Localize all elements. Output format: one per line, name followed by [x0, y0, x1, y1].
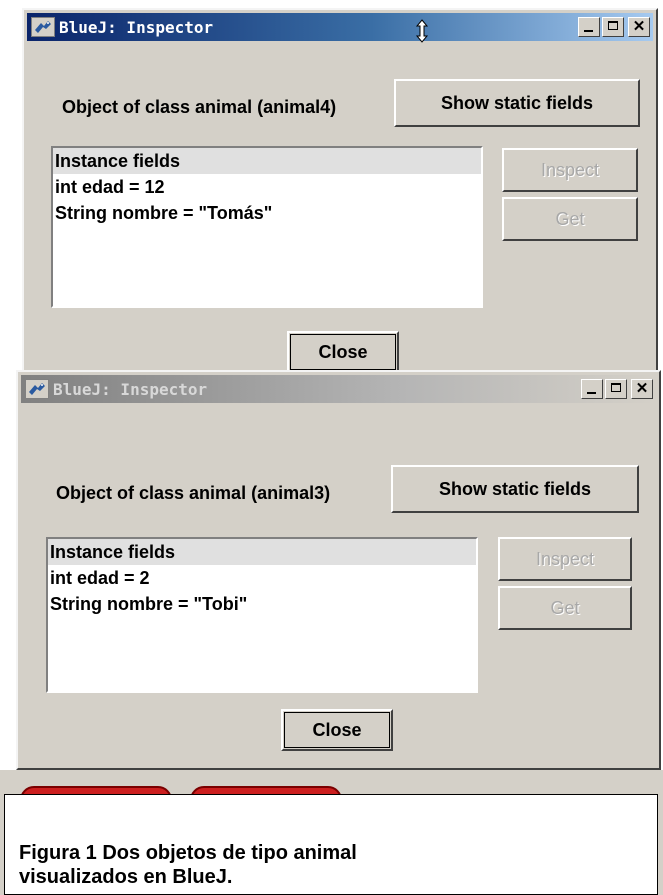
- show-static-fields-button[interactable]: Show static fields: [394, 79, 640, 127]
- title-bar[interactable]: BlueJ: Inspector ✕: [21, 375, 656, 403]
- field-row[interactable]: int edad = 2: [48, 565, 476, 591]
- close-window-button[interactable]: ✕: [628, 17, 650, 37]
- object-class-label: Object of class animal (animal3): [56, 483, 331, 503]
- show-static-fields-button[interactable]: Show static fields: [391, 465, 639, 513]
- maximize-button[interactable]: [602, 17, 624, 37]
- maximize-icon: [611, 383, 621, 392]
- resize-cursor-icon: [415, 19, 429, 48]
- inspect-button[interactable]: Inspect: [502, 148, 638, 192]
- inspect-button[interactable]: Inspect: [498, 537, 632, 581]
- window-title: BlueJ: Inspector: [59, 17, 214, 37]
- instance-fields-list[interactable]: Instance fields int edad = 2 String nomb…: [46, 537, 478, 693]
- object-class-label: Object of class animal (animal4): [62, 97, 337, 117]
- bluej-bird-icon: [25, 379, 49, 399]
- bluej-bird-icon: [31, 17, 55, 37]
- field-row[interactable]: int edad = 12: [53, 174, 481, 200]
- get-button[interactable]: Get: [502, 197, 638, 241]
- minimize-icon: [587, 392, 596, 394]
- close-button[interactable]: Close: [281, 709, 393, 751]
- close-window-button[interactable]: ✕: [631, 379, 653, 399]
- instance-fields-list[interactable]: Instance fields int edad = 12 String nom…: [51, 146, 483, 308]
- caption-line-2: visualizados en BlueJ.: [19, 866, 233, 888]
- close-icon: ✕: [632, 18, 646, 35]
- close-button[interactable]: Close: [287, 331, 399, 373]
- get-button[interactable]: Get: [498, 586, 632, 630]
- maximize-icon: [608, 21, 618, 30]
- instance-fields-header: Instance fields: [53, 148, 481, 174]
- minimize-icon: [584, 30, 593, 32]
- inspector-window-animal4[interactable]: BlueJ: Inspector ✕ Object of class anima…: [22, 8, 658, 374]
- close-icon: ✕: [635, 380, 649, 397]
- field-row[interactable]: String nombre = "Tomás": [53, 200, 481, 226]
- inspector-window-animal3[interactable]: BlueJ: Inspector ✕ Object of class anima…: [16, 370, 661, 770]
- title-bar[interactable]: BlueJ: Inspector ✕: [27, 13, 653, 43]
- minimize-button[interactable]: [578, 17, 600, 37]
- field-row[interactable]: String nombre = "Tobi": [48, 591, 476, 617]
- figure-caption: Figura 1 Dos objetos de tipo animal visu…: [4, 794, 658, 895]
- window-title: BlueJ: Inspector: [53, 379, 208, 399]
- minimize-button[interactable]: [581, 379, 603, 399]
- maximize-button[interactable]: [605, 379, 627, 399]
- instance-fields-header: Instance fields: [48, 539, 476, 565]
- caption-line-1: Figura 1 Dos objetos de tipo animal: [19, 842, 357, 864]
